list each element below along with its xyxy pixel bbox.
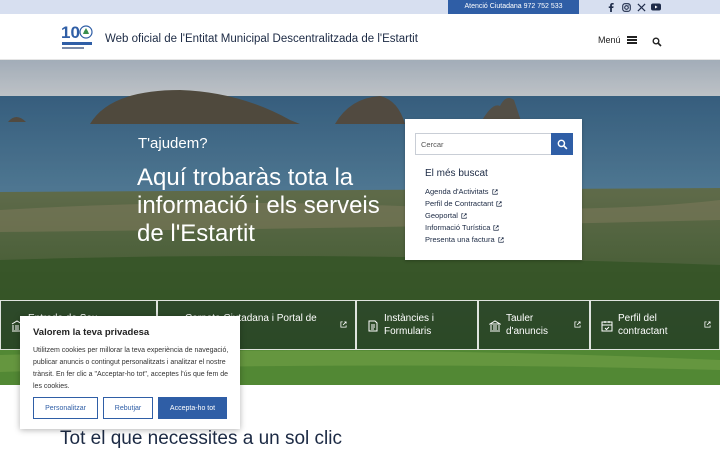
document-icon	[368, 320, 378, 332]
cookie-text: Utilitzem cookies per millorar la teva e…	[33, 347, 229, 390]
instagram-icon[interactable]	[621, 2, 631, 12]
calendar-check-icon	[601, 321, 613, 332]
menu-label: Menú	[598, 35, 621, 45]
most-searched-link[interactable]: Informació Turística	[425, 222, 504, 234]
header-search-icon[interactable]	[652, 34, 662, 47]
tile-label: Perfil del contractant	[618, 313, 668, 337]
most-searched-title: El més buscat	[425, 168, 488, 179]
hero-kicker: T'ajudem?	[138, 135, 208, 152]
most-searched-link[interactable]: Perfil de Contractant	[425, 198, 504, 210]
external-link-icon	[704, 321, 711, 328]
section-title: Tot el que necessites a un sol clic	[60, 428, 342, 449]
external-link-icon	[461, 213, 467, 219]
search-submit-button[interactable]	[551, 133, 573, 155]
tile-perfil-contractant[interactable]: Perfil del contractant	[590, 300, 720, 350]
tile-label: Instàncies i Formularis	[384, 313, 435, 337]
external-link-icon	[340, 321, 347, 328]
reject-button[interactable]: Rebutjar	[103, 397, 153, 419]
bank-icon	[489, 320, 501, 332]
cookie-consent-banner: Valorem la teva privadesa Utilitzem cook…	[20, 316, 240, 429]
external-link-icon	[496, 201, 502, 207]
most-searched-link[interactable]: Agenda d'Activitats	[425, 186, 504, 198]
citizen-service-link[interactable]: Atenció Ciutadana 972 752 533	[448, 0, 579, 14]
site-title[interactable]: Web oficial de l'Entitat Municipal Desce…	[105, 33, 418, 45]
external-link-icon	[498, 237, 504, 243]
customize-button[interactable]: Personalitzar	[33, 397, 98, 419]
hamburger-icon	[626, 36, 637, 44]
search-card: Cercar El més buscat Agenda d'Activitats…	[405, 119, 582, 260]
tile-tauler-anuncis[interactable]: Tauler d'anuncis	[478, 300, 590, 350]
cookie-title: Valorem la teva privadesa	[33, 327, 150, 338]
external-link-icon	[491, 189, 498, 195]
facebook-icon[interactable]	[606, 2, 616, 12]
search-input[interactable]: Cercar	[415, 133, 552, 155]
youtube-icon[interactable]	[651, 2, 661, 12]
search-icon	[557, 139, 567, 149]
external-link-icon	[574, 321, 581, 328]
x-icon[interactable]	[636, 2, 646, 12]
tile-instancies[interactable]: Instàncies i Formularis	[356, 300, 478, 350]
hero-headline: Aquí trobaràs tota la informació i els s…	[137, 164, 380, 247]
site-header: 10 Web oficial de l'Entitat Municipal De…	[0, 14, 720, 60]
top-utility-bar: Atenció Ciutadana 972 752 533	[0, 0, 720, 14]
external-link-icon	[493, 225, 500, 231]
tile-label: Tauler d'anuncis	[506, 313, 548, 337]
most-searched-link[interactable]: Presenta una factura	[425, 234, 504, 246]
accept-all-button[interactable]: Accepta-ho tot	[158, 397, 227, 419]
most-searched-link[interactable]: Geoportal	[425, 210, 504, 222]
site-logo[interactable]: 10	[60, 20, 96, 54]
logo-text: 10	[61, 23, 80, 42]
social-links	[606, 2, 661, 12]
menu-button[interactable]: Menú	[598, 35, 637, 45]
most-searched-list: Agenda d'Activitats Perfil de Contractan…	[425, 186, 504, 246]
